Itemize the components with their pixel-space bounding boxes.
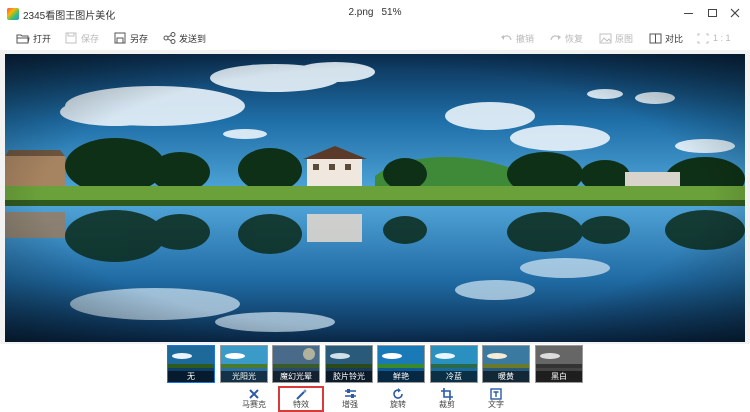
filter-sunlight[interactable]: 光阳光 bbox=[220, 345, 268, 383]
original-label: 原图 bbox=[615, 33, 634, 44]
title-bar: 2345看图王图片美化 2.png 51% bbox=[0, 0, 750, 26]
image-canvas[interactable] bbox=[0, 50, 750, 344]
lake-landscape-image bbox=[5, 54, 745, 342]
compare-label: 对比 bbox=[665, 33, 684, 44]
filter-label: 无 bbox=[168, 371, 214, 382]
minimize-button[interactable] bbox=[680, 5, 696, 21]
open-button[interactable]: 打开 bbox=[16, 30, 51, 46]
filter-black-white[interactable]: 黑白 bbox=[535, 345, 583, 383]
actual-size-button[interactable]: 1 : 1 bbox=[696, 30, 731, 46]
close-icon bbox=[730, 8, 740, 18]
filter-none[interactable]: 无 bbox=[167, 345, 215, 383]
tab-rotate[interactable]: 旋转 bbox=[380, 387, 416, 412]
redo-icon bbox=[548, 32, 562, 44]
save-as-icon bbox=[113, 32, 127, 44]
original-button[interactable]: 原图 bbox=[598, 30, 633, 46]
filter-label: 魔幻光晕 bbox=[273, 371, 319, 382]
text-icon bbox=[489, 387, 503, 400]
edit-tab-bar: 马赛克 特效 增强 旋转 裁剪 文字 bbox=[0, 386, 750, 412]
tab-text[interactable]: 文字 bbox=[478, 387, 514, 412]
tab-label: 特效 bbox=[293, 400, 309, 409]
zoom-level: 51% bbox=[381, 7, 402, 18]
filter-label: 胶片铃光 bbox=[326, 371, 372, 382]
filter-film[interactable]: 胶片铃光 bbox=[325, 345, 373, 383]
tab-label: 旋转 bbox=[390, 400, 406, 409]
compare-button[interactable]: 对比 bbox=[648, 30, 683, 46]
filter-magic-halo[interactable]: 魔幻光晕 bbox=[272, 345, 320, 383]
folder-icon bbox=[16, 32, 30, 44]
crop-icon bbox=[440, 387, 454, 400]
filter-strip: 无 光阳光 魔幻光晕 胶片铃光 鲜艳 冷蓝 暖黄 黑白 bbox=[0, 344, 750, 386]
save-as-button[interactable]: 另存 bbox=[113, 30, 148, 46]
send-label: 发送到 bbox=[179, 33, 207, 44]
actual-size-label: 1 : 1 bbox=[713, 33, 731, 43]
filter-warm-yellow[interactable]: 暖黄 bbox=[482, 345, 530, 383]
maximize-button[interactable] bbox=[704, 5, 720, 21]
redo-button[interactable]: 恢复 bbox=[548, 30, 583, 46]
save-button[interactable]: 保存 bbox=[64, 30, 99, 46]
toolbar: 打开 保存 另存 发送到 撤销 恢复 原图 对比 1: 1 bbox=[0, 26, 750, 50]
compare-icon bbox=[648, 32, 662, 44]
filter-label: 黑白 bbox=[536, 371, 582, 382]
tab-label: 文字 bbox=[488, 400, 504, 409]
redo-label: 恢复 bbox=[565, 33, 584, 44]
save-as-label: 另存 bbox=[130, 33, 149, 44]
tab-crop[interactable]: 裁剪 bbox=[429, 387, 465, 412]
maximize-icon bbox=[707, 9, 717, 17]
filter-label: 鲜艳 bbox=[378, 371, 424, 382]
filter-label: 光阳光 bbox=[221, 371, 267, 382]
undo-icon bbox=[499, 32, 513, 44]
undo-button[interactable]: 撤销 bbox=[499, 30, 534, 46]
tab-label: 增强 bbox=[342, 400, 358, 409]
magic-wand-icon bbox=[294, 388, 308, 400]
lake-photo bbox=[5, 54, 745, 342]
tab-label: 裁剪 bbox=[439, 400, 455, 409]
filter-label: 冷蓝 bbox=[431, 371, 477, 382]
fit-icon bbox=[696, 32, 710, 44]
file-name: 2.png bbox=[348, 7, 374, 18]
tab-effects[interactable]: 特效 bbox=[278, 386, 324, 412]
rotate-icon bbox=[391, 387, 405, 400]
send-button[interactable]: 发送到 bbox=[162, 30, 206, 46]
filter-cool-blue[interactable]: 冷蓝 bbox=[430, 345, 478, 383]
image-icon bbox=[598, 32, 612, 44]
undo-label: 撤销 bbox=[516, 33, 535, 44]
share-icon bbox=[162, 32, 176, 44]
tab-enhance[interactable]: 增强 bbox=[332, 387, 368, 412]
save-icon bbox=[64, 32, 78, 44]
filter-vivid[interactable]: 鲜艳 bbox=[377, 345, 425, 383]
filter-label: 暖黄 bbox=[483, 371, 529, 382]
tab-label: 马赛克 bbox=[242, 400, 266, 409]
close-button[interactable] bbox=[727, 5, 743, 21]
save-label: 保存 bbox=[81, 33, 100, 44]
sliders-icon bbox=[343, 387, 357, 400]
file-title: 2.png 51% bbox=[0, 7, 750, 18]
minimize-icon bbox=[683, 12, 693, 14]
mosaic-icon bbox=[247, 387, 261, 400]
open-label: 打开 bbox=[33, 33, 52, 44]
tab-mosaic[interactable]: 马赛克 bbox=[236, 387, 272, 412]
